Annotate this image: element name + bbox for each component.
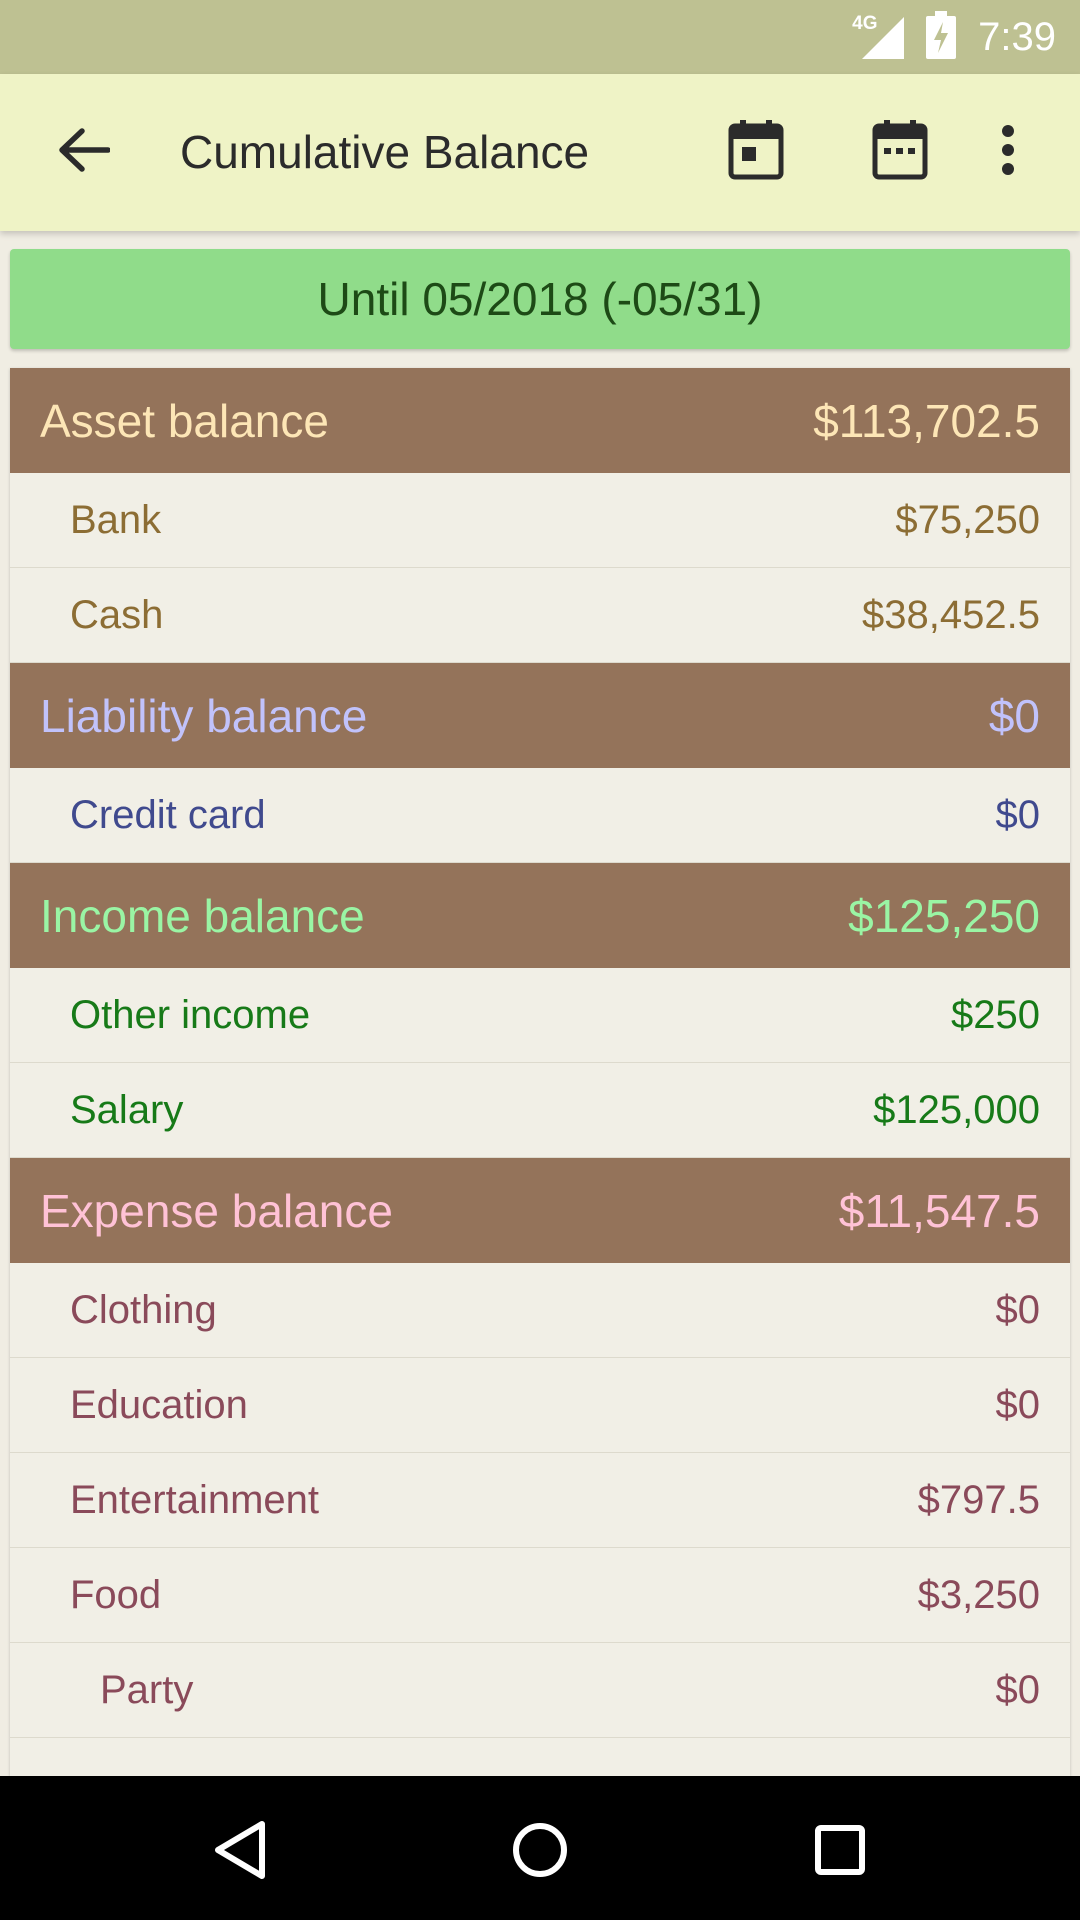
- section-title: Liability balance: [40, 689, 368, 742]
- nav-back-button[interactable]: [200, 1812, 280, 1892]
- status-icons: 4G 7:39: [852, 0, 1056, 74]
- nav-back-icon: [212, 1820, 268, 1885]
- account-name: Other income: [70, 992, 311, 1037]
- section-title: Income balance: [40, 889, 365, 942]
- account-amount: $0: [995, 1382, 1041, 1427]
- account-amount: $797.5: [917, 1477, 1040, 1522]
- account-name: Salary: [70, 1087, 184, 1132]
- list-item[interactable]: Bank $75,250: [10, 473, 1070, 568]
- status-time: 7:39: [978, 14, 1056, 59]
- section-title: Asset balance: [40, 394, 329, 447]
- list-item[interactable]: Clothing $0: [10, 1263, 1070, 1358]
- list-item[interactable]: Education $0: [10, 1358, 1070, 1453]
- section-total: $0: [988, 689, 1040, 742]
- list-item[interactable]: Other income $250: [10, 968, 1070, 1063]
- back-button[interactable]: [48, 116, 120, 188]
- list-item[interactable]: Salary $125,000: [10, 1063, 1070, 1158]
- arrow-back-icon: [58, 127, 111, 178]
- more-vert-icon: [1000, 124, 1016, 180]
- section-total: $11,547.5: [838, 1184, 1040, 1237]
- account-name: Food: [70, 1572, 162, 1617]
- period-banner[interactable]: Until 05/2018 (-05/31): [10, 249, 1070, 349]
- account-amount: $75,250: [895, 497, 1040, 542]
- account-name: Education: [70, 1382, 248, 1427]
- calendar-month-icon: [872, 119, 928, 185]
- list-item[interactable]: Cash $38,452.5: [10, 568, 1070, 663]
- list-item-subcategory[interactable]: Party $0: [10, 1643, 1070, 1738]
- section-header-expense[interactable]: Expense balance $11,547.5: [10, 1158, 1070, 1263]
- account-amount: $0: [995, 1667, 1041, 1712]
- account-amount: $0: [995, 792, 1041, 837]
- page-title: Cumulative Balance: [180, 126, 590, 178]
- list-item[interactable]: [10, 1738, 1070, 1776]
- account-name: Party: [100, 1667, 194, 1712]
- nav-recents-icon: [812, 1822, 868, 1883]
- account-name: Bank: [70, 497, 162, 542]
- section-header-asset[interactable]: Asset balance $113,702.5: [10, 368, 1070, 473]
- account-amount: $0: [995, 1287, 1041, 1332]
- nav-home-icon: [510, 1820, 570, 1885]
- list-item[interactable]: Entertainment $797.5: [10, 1453, 1070, 1548]
- section-header-liability[interactable]: Liability balance $0: [10, 663, 1070, 768]
- account-name: Clothing: [70, 1287, 217, 1332]
- more-options-button[interactable]: [972, 116, 1044, 188]
- list-item[interactable]: Food $3,250: [10, 1548, 1070, 1643]
- battery-charging-icon: [926, 10, 957, 64]
- calendar-today-icon: [728, 119, 784, 185]
- nav-home-button[interactable]: [500, 1812, 580, 1892]
- cell-signal-icon: 4G: [852, 13, 905, 59]
- account-amount: $38,452.5: [862, 592, 1040, 637]
- status-bar: 4G 7:39: [0, 0, 1080, 74]
- balance-list[interactable]: Asset balance $113,702.5 Bank $75,250 Ca…: [10, 368, 1070, 1776]
- select-period-button[interactable]: [864, 116, 936, 188]
- account-amount: $3,250: [917, 1572, 1040, 1617]
- app-bar: Cumulative Balance: [0, 74, 1080, 231]
- section-total: $125,250: [848, 889, 1040, 942]
- list-item[interactable]: Credit card $0: [10, 768, 1070, 863]
- account-amount: $250: [951, 992, 1040, 1037]
- nav-recents-button[interactable]: [800, 1812, 880, 1892]
- section-total: $113,702.5: [813, 394, 1040, 447]
- account-amount: $125,000: [873, 1087, 1040, 1132]
- current-period-button[interactable]: [720, 116, 792, 188]
- section-title: Expense balance: [40, 1184, 393, 1237]
- account-name: Credit card: [70, 792, 266, 837]
- navigation-bar: [0, 1776, 1080, 1920]
- network-type: 4G: [852, 13, 878, 34]
- account-name: Entertainment: [70, 1477, 320, 1522]
- section-header-income[interactable]: Income balance $125,250: [10, 863, 1070, 968]
- account-name: Cash: [70, 592, 164, 637]
